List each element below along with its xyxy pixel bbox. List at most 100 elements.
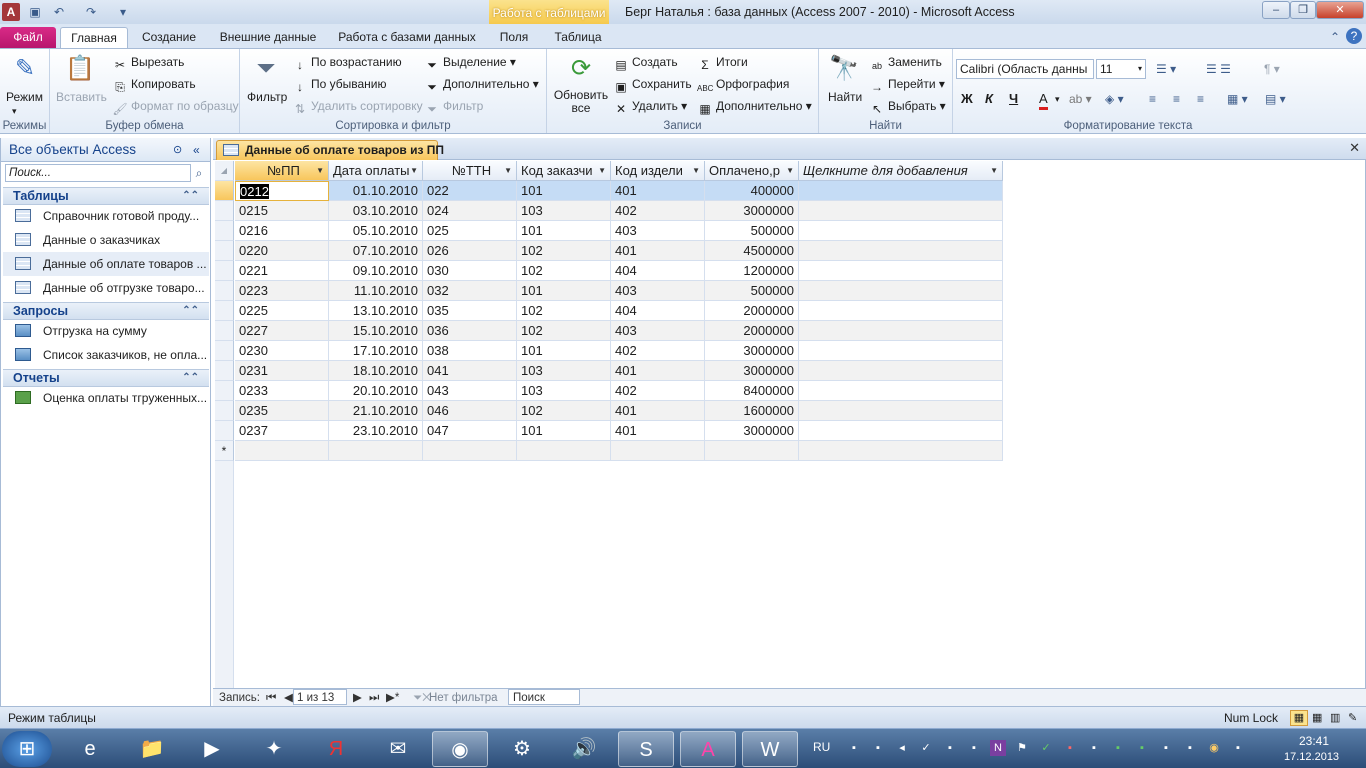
table-cell[interactable]: 03.10.2010 bbox=[329, 201, 423, 221]
column-header[interactable]: Код заказчи ▼ bbox=[517, 161, 611, 181]
table-cell[interactable]: 035 bbox=[423, 301, 517, 321]
table-cell[interactable]: 3000000 bbox=[705, 201, 799, 221]
nav-item-table[interactable]: Данные об оплате товаров ... bbox=[3, 252, 209, 276]
table-cell[interactable]: 2000000 bbox=[705, 321, 799, 341]
table-cell[interactable]: 3000000 bbox=[705, 421, 799, 441]
table-cell[interactable]: 0223 bbox=[235, 281, 329, 301]
table-cell[interactable]: 022 bbox=[423, 181, 517, 201]
table-cell[interactable]: 402 bbox=[611, 381, 705, 401]
format-painter-button[interactable]: 🖌 Формат по образцу bbox=[112, 98, 238, 117]
redo-icon[interactable]: ↷ bbox=[82, 3, 100, 21]
taskbar-mail-icon[interactable]: ✉ bbox=[370, 731, 426, 767]
table-cell[interactable] bbox=[799, 201, 1003, 221]
minimize-button[interactable]: – bbox=[1262, 1, 1290, 19]
view-dropdown-icon[interactable]: ▾ bbox=[12, 103, 17, 119]
tray-flag-icon[interactable]: ⚑ bbox=[1014, 740, 1030, 756]
nav-pane-header[interactable]: Все объекты Access ⊙ « bbox=[1, 138, 210, 162]
table-cell[interactable]: 101 bbox=[517, 221, 611, 241]
table-cell[interactable]: 103 bbox=[517, 361, 611, 381]
table-cell[interactable]: 102 bbox=[517, 321, 611, 341]
table-cell[interactable]: 05.10.2010 bbox=[329, 221, 423, 241]
nav-item-query[interactable]: Список заказчиков, не опла... bbox=[3, 343, 209, 367]
select-all-corner[interactable]: ◢ bbox=[215, 161, 234, 181]
table-cell[interactable]: 0235 bbox=[235, 401, 329, 421]
table-cell[interactable]: 401 bbox=[611, 401, 705, 421]
gridlines-icon[interactable]: ▦ ▾ bbox=[1227, 91, 1248, 107]
table-cell[interactable]: 0215 bbox=[235, 201, 329, 221]
sort-descending-button[interactable]: ↓ По убыванию bbox=[292, 76, 387, 95]
row-selector[interactable] bbox=[215, 401, 234, 421]
table-cell[interactable]: 047 bbox=[423, 421, 517, 441]
nav-menu-dropdown-icon[interactable]: ⊙ bbox=[173, 138, 182, 162]
table-cell[interactable] bbox=[799, 261, 1003, 281]
table-cell[interactable]: 404 bbox=[611, 261, 705, 281]
table-cell[interactable]: 400000 bbox=[705, 181, 799, 201]
font-color-dropdown-icon[interactable]: ▾ bbox=[1055, 91, 1060, 107]
language-indicator[interactable]: RU bbox=[813, 740, 830, 754]
table-cell[interactable] bbox=[799, 341, 1003, 361]
table-cell[interactable]: 0231 bbox=[235, 361, 329, 381]
tab-fields[interactable]: Поля bbox=[490, 27, 538, 48]
remove-sort-button[interactable]: ⇅ Удалить сортировку bbox=[292, 98, 423, 117]
clock-time[interactable]: 23:41 bbox=[1299, 734, 1329, 748]
taskbar-speaker-icon[interactable]: 🔊 bbox=[556, 731, 612, 767]
last-record-button[interactable]: ⏭ bbox=[369, 690, 379, 706]
close-document-icon[interactable]: ✕ bbox=[1349, 140, 1360, 156]
new-record-button[interactable]: ▤ Создать bbox=[613, 54, 677, 73]
align-center-icon[interactable]: ≡ bbox=[1173, 91, 1180, 107]
tray-icon[interactable]: ▪ bbox=[846, 740, 862, 756]
column-dropdown-icon[interactable]: ▼ bbox=[598, 161, 606, 180]
table-cell[interactable]: 030 bbox=[423, 261, 517, 281]
column-dropdown-icon[interactable]: ▼ bbox=[692, 161, 700, 180]
new-row-cell[interactable] bbox=[329, 441, 423, 461]
design-view-icon[interactable]: ✎ bbox=[1348, 710, 1357, 726]
align-right-icon[interactable]: ≡ bbox=[1197, 91, 1204, 107]
tray-icon[interactable]: ▪ bbox=[1230, 740, 1246, 756]
table-cell[interactable]: 4500000 bbox=[705, 241, 799, 261]
nav-item-table[interactable]: Данные о заказчиках bbox=[3, 228, 209, 252]
new-row-cell[interactable] bbox=[235, 441, 329, 461]
table-cell[interactable]: 0216 bbox=[235, 221, 329, 241]
table-cell[interactable]: 404 bbox=[611, 301, 705, 321]
bold-button[interactable]: Ж bbox=[961, 91, 973, 107]
toggle-filter-button[interactable]: ⏷ Фильтр bbox=[424, 98, 483, 117]
new-row-cell[interactable] bbox=[423, 441, 517, 461]
document-tab[interactable]: Данные об оплате товаров из ПП bbox=[216, 140, 444, 160]
paste-button[interactable]: Вставить bbox=[56, 89, 107, 105]
tray-icon[interactable]: ▪ bbox=[1062, 740, 1078, 756]
column-header[interactable]: Щелкните для добавления ▼ bbox=[799, 161, 1003, 181]
tab-external-data[interactable]: Внешние данные bbox=[212, 27, 324, 48]
nav-item-query[interactable]: Отгрузка на сумму bbox=[3, 319, 209, 343]
tray-icon[interactable]: ✓ bbox=[918, 740, 934, 756]
table-cell[interactable]: 102 bbox=[517, 401, 611, 421]
table-cell[interactable]: 13.10.2010 bbox=[329, 301, 423, 321]
column-header[interactable]: Оплачено,р ▼ bbox=[705, 161, 799, 181]
current-record-input[interactable]: 1 из 13 bbox=[293, 689, 347, 705]
table-cell[interactable]: 101 bbox=[517, 421, 611, 441]
table-cell[interactable]: 3000000 bbox=[705, 341, 799, 361]
table-cell[interactable] bbox=[799, 381, 1003, 401]
table-cell[interactable]: 101 bbox=[517, 181, 611, 201]
table-cell[interactable]: 3000000 bbox=[705, 361, 799, 381]
fill-color-icon[interactable]: ◈ ▾ bbox=[1105, 91, 1124, 107]
table-cell[interactable]: 026 bbox=[423, 241, 517, 261]
table-cell[interactable]: 07.10.2010 bbox=[329, 241, 423, 261]
nav-section-tables[interactable]: Таблицы ⌃⌃ bbox=[3, 187, 209, 205]
nav-section-reports[interactable]: Отчеты ⌃⌃ bbox=[3, 369, 209, 387]
table-cell[interactable]: 101 bbox=[517, 341, 611, 361]
tray-icon[interactable]: ▪ bbox=[1182, 740, 1198, 756]
table-cell[interactable]: 500000 bbox=[705, 221, 799, 241]
font-size-combo[interactable]: 11 ▾ bbox=[1096, 59, 1146, 79]
table-cell[interactable]: 0227 bbox=[235, 321, 329, 341]
alt-row-color-icon[interactable]: ▤ ▾ bbox=[1265, 91, 1286, 107]
table-cell[interactable] bbox=[799, 301, 1003, 321]
table-cell[interactable]: 102 bbox=[517, 301, 611, 321]
clock-date[interactable]: 17.12.2013 bbox=[1284, 751, 1339, 763]
italic-button[interactable]: К bbox=[985, 91, 993, 107]
table-cell[interactable]: 102 bbox=[517, 241, 611, 261]
row-selector[interactable] bbox=[215, 241, 234, 261]
nav-item-table[interactable]: Данные об отгрузке товаро... bbox=[3, 276, 209, 300]
taskbar-app-icon[interactable]: ✦ bbox=[246, 731, 302, 767]
delete-record-button[interactable]: ✕ Удалить ▾ bbox=[613, 98, 687, 117]
table-cell[interactable]: 1600000 bbox=[705, 401, 799, 421]
